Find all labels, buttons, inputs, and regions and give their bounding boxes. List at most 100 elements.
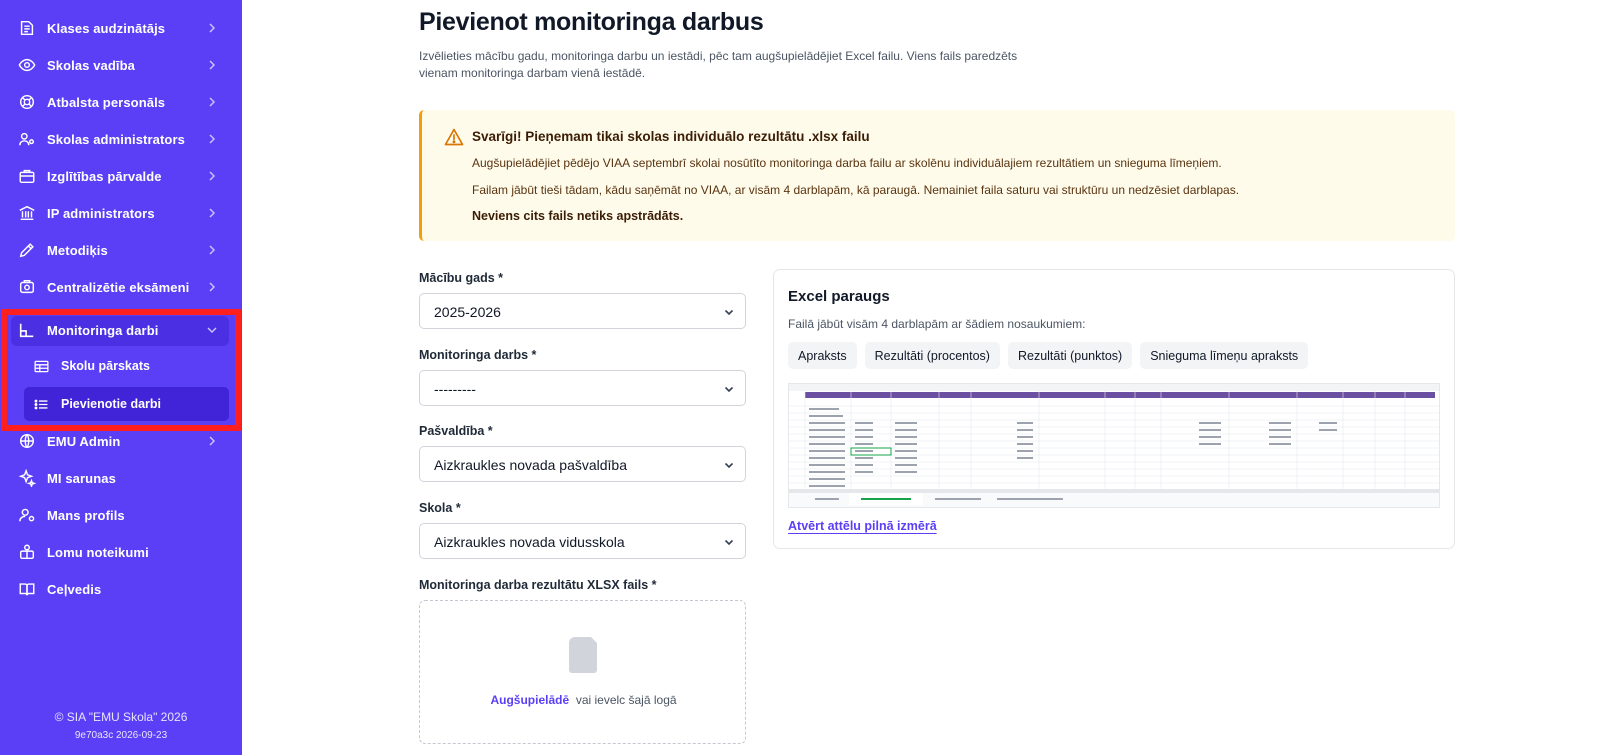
sheet-chip: Rezultāti (punktos) xyxy=(1007,342,1133,369)
chevron-down-icon xyxy=(205,323,219,337)
graduation-icon xyxy=(18,19,36,37)
excel-preview-image[interactable] xyxy=(788,383,1440,508)
sheet-chip: Apraksts xyxy=(788,342,857,369)
table-icon xyxy=(33,358,50,375)
chevron-right-icon xyxy=(205,132,219,146)
municipality-select[interactable]: Aizkraukles novada pašvaldība xyxy=(419,446,746,482)
chevron-down-icon xyxy=(723,459,735,471)
sidebar-item-celvedis[interactable]: Ceļvedis xyxy=(0,571,242,607)
sidebar-item-label: Mans profils xyxy=(47,507,125,523)
card-title: Excel paraugs xyxy=(788,288,890,305)
sidebar-item-label: Klases audzinātājs xyxy=(47,20,166,36)
sparkle-icon xyxy=(18,469,36,487)
chevron-down-icon xyxy=(723,536,735,548)
school-select-value: Aizkraukles novada vidusskola xyxy=(434,534,625,550)
institution-icon xyxy=(18,204,36,222)
sidebar-item-mans-profils[interactable]: Mans profils xyxy=(0,497,242,533)
sidebar-item-emu-admin[interactable]: EMU Admin xyxy=(0,423,242,459)
sidebar-item-ip-administrators[interactable]: IP administrators xyxy=(0,195,242,231)
exam-icon xyxy=(18,278,36,296)
alert-title: Svarīgi! Pieņemam tikai skolas individuā… xyxy=(472,129,870,144)
main-content: Pievienot monitoringa darbus Izvēlieties… xyxy=(242,0,1600,755)
app-root: Klases audzinātājs Skolas vadība Atbalst… xyxy=(0,0,1600,755)
alert-line-1: Augšupielādējiet pēdējo VIAA septembrī s… xyxy=(472,156,1222,170)
school-select[interactable]: Aizkraukles novada vidusskola xyxy=(419,523,746,559)
chevron-right-icon xyxy=(205,95,219,109)
sidebar-item-izglitibas-parvalde[interactable]: Izglītības pārvalde xyxy=(0,158,242,194)
sidebar-item-label: IP administrators xyxy=(47,205,155,221)
sidebar-item-label: Ceļvedis xyxy=(47,581,102,597)
user-gear-icon xyxy=(18,506,36,524)
chevron-right-icon xyxy=(205,206,219,220)
file-label: Monitoringa darba rezultātu XLSX fails * xyxy=(419,578,657,592)
warning-icon xyxy=(444,127,464,147)
sidebar-item-label: Atbalsta personāls xyxy=(47,94,166,110)
sidebar-item-label: EMU Admin xyxy=(47,433,121,449)
sidebar-item-label: Centralizētie eksāmeni xyxy=(47,279,190,295)
sidebar-item-label: Izglītības pārvalde xyxy=(47,168,162,184)
sidebar-item-label: Skolas administrators xyxy=(47,131,185,147)
book-icon xyxy=(18,580,36,598)
dropzone-text: Augšupielādē vai ievelc šajā logā xyxy=(420,693,747,707)
sidebar-item-label: Monitoringa darbi xyxy=(47,322,159,338)
sidebar-item-label: Skolas vadība xyxy=(47,57,136,73)
alert-bold-note: Neviens cits fails netiks apstrādāts. xyxy=(472,209,684,223)
sidebar-item-label: Lomu noteikumi xyxy=(47,544,149,560)
file-icon xyxy=(569,637,597,673)
sidebar-item-skolas-administrators[interactable]: Skolas administrators xyxy=(0,121,242,157)
page-description: Izvēlieties mācību gadu, monitoringa dar… xyxy=(419,49,1018,80)
sidebar-item-label: MI sarunas xyxy=(47,470,116,486)
chevron-right-icon xyxy=(205,169,219,183)
work-select-value: --------- xyxy=(434,381,476,397)
chevron-down-icon xyxy=(723,383,735,395)
role-icon xyxy=(18,543,36,561)
sidebar-item-skolas-vadiba[interactable]: Skolas vadība xyxy=(0,47,242,83)
sheet-chip: Rezultāti (procentos) xyxy=(864,342,1000,369)
year-select[interactable]: 2025-2026 xyxy=(419,293,746,329)
sidebar-item-lomu-noteikumi[interactable]: Lomu noteikumi xyxy=(0,534,242,570)
alert-line-2: Failam jābūt tieši tādam, kādu saņēmāt n… xyxy=(472,183,1240,197)
sidebar-subitem-label: Pievienotie darbi xyxy=(61,397,162,411)
important-alert: Svarīgi! Pieņemam tikai skolas individuā… xyxy=(419,110,1455,241)
excel-preview-graphic xyxy=(789,384,1439,507)
chevron-right-icon xyxy=(205,58,219,72)
dropzone-hint: vai ievelc šajā logā xyxy=(575,693,677,707)
sidebar-item-klases-audzinatajs[interactable]: Klases audzinātājs xyxy=(0,10,242,46)
sheet-chips: Apraksts Rezultāti (procentos) Rezultāti… xyxy=(788,342,1309,369)
page-title: Pievienot monitoringa darbus xyxy=(419,8,764,36)
users-gear-icon xyxy=(18,130,36,148)
footer-version: 9e70a3c 2026-09-23 xyxy=(74,730,168,741)
chevron-right-icon xyxy=(205,434,219,448)
sidebar-subitem-skolu-parskats[interactable]: Skolu pārskats xyxy=(24,349,229,383)
excel-example-card: Excel paraugs Failā jābūt visām 4 darbla… xyxy=(773,269,1455,549)
monitoring-icon xyxy=(18,321,36,339)
pen-icon xyxy=(18,241,36,259)
school-label: Skola * xyxy=(419,501,461,515)
footer-copyright: © SIA "EMU Skola" 2026 xyxy=(54,710,188,724)
sidebar-item-label: Metodiķis xyxy=(47,242,108,258)
year-label: Mācību gads * xyxy=(419,271,504,285)
chevron-right-icon xyxy=(205,21,219,35)
sidebar-item-atbalsta-personals[interactable]: Atbalsta personāls xyxy=(0,84,242,120)
sidebar-item-monitoringa-darbi[interactable]: Monitoringa darbi xyxy=(0,312,242,348)
sheet-chip: Snieguma līmeņu apraksts xyxy=(1140,342,1309,369)
briefcase-icon xyxy=(18,167,36,185)
chevron-right-icon xyxy=(205,280,219,294)
work-label: Monitoringa darbs * xyxy=(419,348,537,362)
year-select-value: 2025-2026 xyxy=(434,304,501,320)
work-select[interactable]: --------- xyxy=(419,370,746,406)
sidebar-item-mi-sarunas[interactable]: MI sarunas xyxy=(0,460,242,496)
municipality-select-value: Aizkraukles novada pašvaldība xyxy=(434,457,628,473)
sidebar-subitem-pievienotie-darbi[interactable]: Pievienotie darbi xyxy=(24,387,229,421)
open-full-image-link[interactable]: Atvērt attēlu pilnā izmērā xyxy=(788,519,937,533)
sidebar-item-centralizetie-eksameni[interactable]: Centralizētie eksāmeni xyxy=(0,269,242,305)
municipality-label: Pašvaldība * xyxy=(419,424,493,438)
sidebar-subitem-label: Skolu pārskats xyxy=(61,359,150,373)
upload-link[interactable]: Augšupielādē xyxy=(490,693,569,707)
sidebar-item-metodikis[interactable]: Metodiķis xyxy=(0,232,242,268)
support-icon xyxy=(18,93,36,111)
chevron-down-icon xyxy=(723,306,735,318)
globe-icon xyxy=(18,432,36,450)
file-dropzone[interactable]: Augšupielādē vai ievelc šajā logā xyxy=(419,600,746,744)
sidebar: Klases audzinātājs Skolas vadība Atbalst… xyxy=(0,0,242,755)
